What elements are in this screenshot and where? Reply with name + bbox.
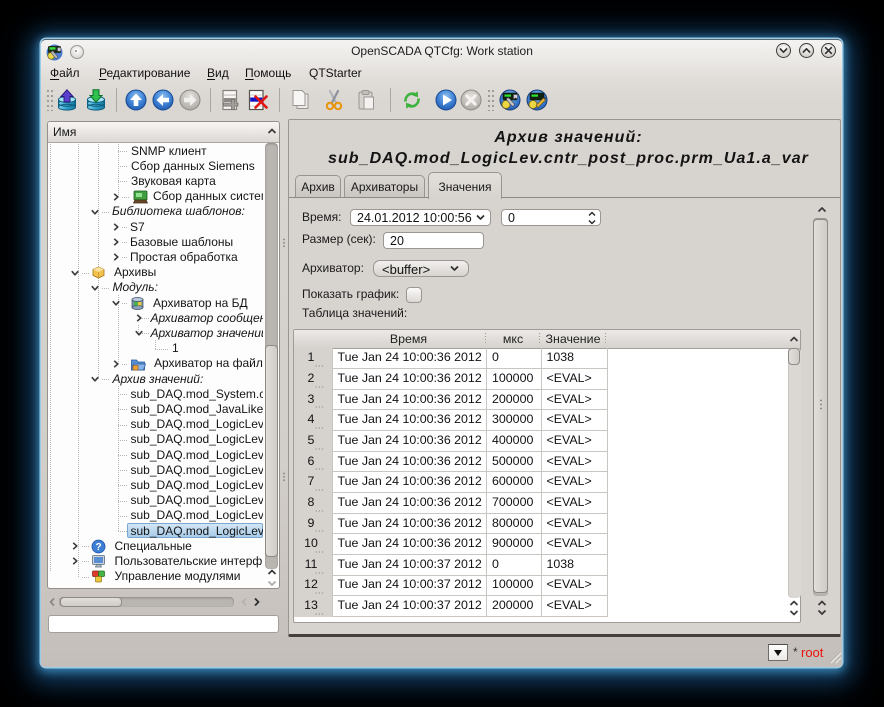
svg-text:?: ?	[95, 542, 101, 553]
